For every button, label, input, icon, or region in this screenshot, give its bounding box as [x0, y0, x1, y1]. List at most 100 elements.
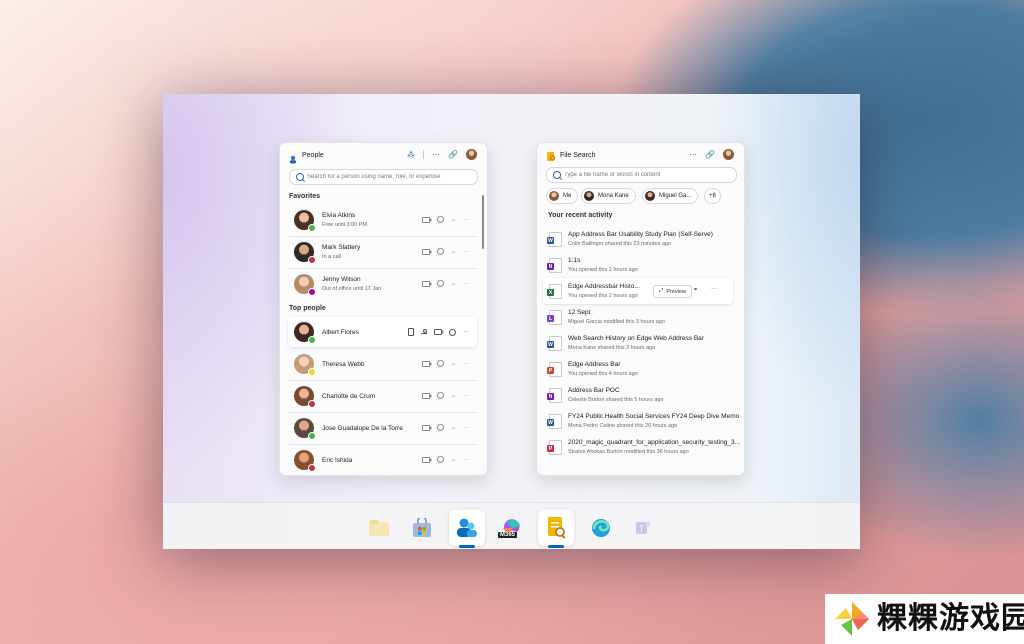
file-item[interactable]: N 1:1s You opened this 2 hours ago [543, 252, 733, 278]
top-person-jose-guadalupe-de-la-torre[interactable]: Jose Guadalupe De la Torre ⌄ ··· [288, 413, 477, 443]
video-call-icon[interactable] [421, 360, 432, 367]
watermark-logo-icon [835, 602, 869, 636]
top-person-charlotte-de-crum[interactable]: Charlotte de Crum ⌄ ··· [288, 381, 477, 411]
favorites-heading: Favorites [289, 193, 321, 200]
taskbar-microsoft-store[interactable] [404, 510, 440, 546]
person-actions: ⌄ ··· [421, 456, 469, 463]
file-item[interactable]: W App Address Bar Usability Study Plan (… [543, 226, 733, 252]
chevron-down-icon[interactable]: ⌄ [451, 280, 456, 287]
chip-avatar [645, 191, 655, 201]
chat-icon[interactable] [436, 216, 444, 223]
video-call-icon[interactable] [434, 329, 444, 335]
filter-chip-more[interactable]: +8 [704, 188, 721, 204]
more-icon[interactable]: ··· [463, 361, 469, 367]
active-indicator [548, 545, 564, 548]
document-icon[interactable] [408, 328, 414, 336]
people-header: People ⁂ ··· 🔗 [280, 143, 487, 167]
file-name: App Address Bar Usability Study Plan (Se… [568, 231, 713, 238]
chevron-down-icon[interactable]: ⌄ [451, 392, 456, 399]
file-name: FY24 Public Health Social Services FY24 … [568, 413, 740, 420]
person-status: Out of office until 17 Jan [322, 286, 382, 292]
link-icon[interactable]: ⚭ [693, 286, 698, 293]
file-name: 2020_magic_quadrant_for_application_secu… [568, 439, 741, 446]
more-options-icon[interactable]: ··· [432, 150, 440, 159]
taskbar-edge[interactable] [583, 510, 619, 546]
file-meta: Mona Pedro Celine shared this 20 hours a… [568, 423, 678, 429]
top-person-theresa-webb[interactable]: Theresa Webb ⌄ ··· [288, 349, 477, 379]
taskbar-people-app[interactable] [449, 510, 485, 548]
more-icon[interactable]: ··· [463, 329, 469, 335]
filter-chip-mona-kane[interactable]: Mona Kane [581, 188, 636, 204]
people-header-actions: ⁂ ··· 🔗 [407, 149, 477, 160]
taskbar-file-explorer[interactable] [361, 510, 397, 546]
file-meta: You opened this 2 hours ago [568, 267, 638, 273]
more-options-icon[interactable]: ··· [689, 150, 697, 159]
file-item[interactable]: W Web Search History on Edge Web Address… [543, 330, 733, 356]
chevron-down-icon[interactable]: ⌄ [451, 456, 456, 463]
chevron-down-icon[interactable]: ⌄ [451, 248, 456, 255]
link-icon[interactable]: 🔗 [448, 150, 458, 159]
more-icon[interactable]: ··· [463, 457, 469, 463]
chevron-down-icon[interactable]: ⌄ [451, 216, 456, 223]
file-search-box[interactable] [546, 167, 737, 183]
filter-chip-me[interactable]: Me [546, 188, 579, 204]
chat-icon[interactable] [436, 424, 444, 431]
user-avatar[interactable] [723, 149, 734, 160]
top-person-albert-flores[interactable]: Albert Flores ··· [288, 317, 477, 347]
header-divider [423, 150, 425, 159]
video-call-icon[interactable] [421, 392, 432, 399]
taskbar-teams[interactable]: T [625, 510, 661, 546]
file-item-highlighted[interactable]: X Edge Addressbar Histo... You opened th… [543, 278, 733, 304]
preview-label: Preview [666, 288, 686, 295]
org-chart-icon[interactable]: ⁂ [407, 150, 415, 159]
link-icon[interactable]: 🔗 [705, 150, 715, 159]
people-search[interactable] [289, 169, 478, 185]
filter-chip-miguel-garcia[interactable]: Miguel Ga... [642, 188, 699, 204]
taskbar-m365[interactable]: M365 [494, 510, 530, 546]
video-call-icon[interactable] [421, 216, 432, 223]
favorite-person-elvia-atkins[interactable]: Elvia Atkins Free until 3:00 PM ⌄ ··· [288, 205, 477, 235]
more-icon[interactable]: ··· [463, 217, 469, 223]
chat-icon[interactable] [436, 392, 444, 399]
more-icon[interactable]: ··· [463, 281, 469, 287]
chat-icon[interactable] [436, 280, 444, 287]
chat-icon[interactable] [449, 328, 456, 336]
chat-icon[interactable] [436, 456, 444, 463]
presence-available-icon [308, 224, 316, 232]
video-call-icon[interactable] [421, 424, 432, 431]
favorite-person-jenny-wilson[interactable]: Jenny Wilson Out of office until 17 Jan … [288, 269, 477, 299]
file-search-input[interactable] [564, 169, 731, 180]
taskbar-file-search[interactable] [538, 510, 574, 548]
file-item[interactable]: N Address Bar POC Celeste Burton shared … [543, 382, 733, 408]
chat-icon[interactable] [436, 360, 444, 367]
file-item[interactable]: W FY24 Public Health Social Services FY2… [543, 408, 739, 434]
file-item[interactable]: L 12 Sept Miguel Garcia modified this 3 … [543, 304, 733, 330]
more-icon[interactable]: ··· [463, 393, 469, 399]
chat-icon[interactable] [436, 248, 444, 255]
teams-icon: T [636, 521, 651, 534]
file-item[interactable]: P Edge Address Bar You opened this 4 hou… [543, 356, 733, 382]
file-item[interactable]: P 2020_magic_quadrant_for_application_se… [543, 434, 740, 460]
people-scrollbar[interactable] [482, 195, 484, 249]
file-name: Edge Address Bar [568, 361, 621, 368]
preview-button[interactable]: ⤢ Preview [653, 285, 692, 298]
favorite-person-mark-slattery[interactable]: Mark Slattery In a call ⌄ ··· [288, 237, 477, 267]
presence-busy-icon [308, 464, 316, 472]
chevron-down-icon[interactable]: ⌄ [451, 360, 456, 367]
more-icon[interactable]: ··· [463, 249, 469, 255]
person-name: Jose Guadalupe De la Torre [322, 425, 403, 432]
people-search-input[interactable] [307, 171, 472, 182]
top-person-eric-ishida[interactable]: Eric Ishida ⌄ ··· [288, 445, 477, 475]
file-search-header-actions: ··· 🔗 [689, 149, 734, 160]
presence-available-icon [308, 432, 316, 440]
video-call-icon[interactable] [421, 280, 432, 287]
person-name: Albert Flores [322, 329, 359, 336]
more-icon[interactable]: ··· [711, 286, 717, 292]
more-icon[interactable]: ··· [463, 425, 469, 431]
org-chart-icon[interactable] [421, 329, 427, 335]
video-call-icon[interactable] [421, 248, 432, 255]
video-call-icon[interactable] [421, 456, 432, 463]
expand-icon: ⤢ [659, 288, 664, 294]
chevron-down-icon[interactable]: ⌄ [451, 424, 456, 431]
user-avatar[interactable] [466, 149, 477, 160]
